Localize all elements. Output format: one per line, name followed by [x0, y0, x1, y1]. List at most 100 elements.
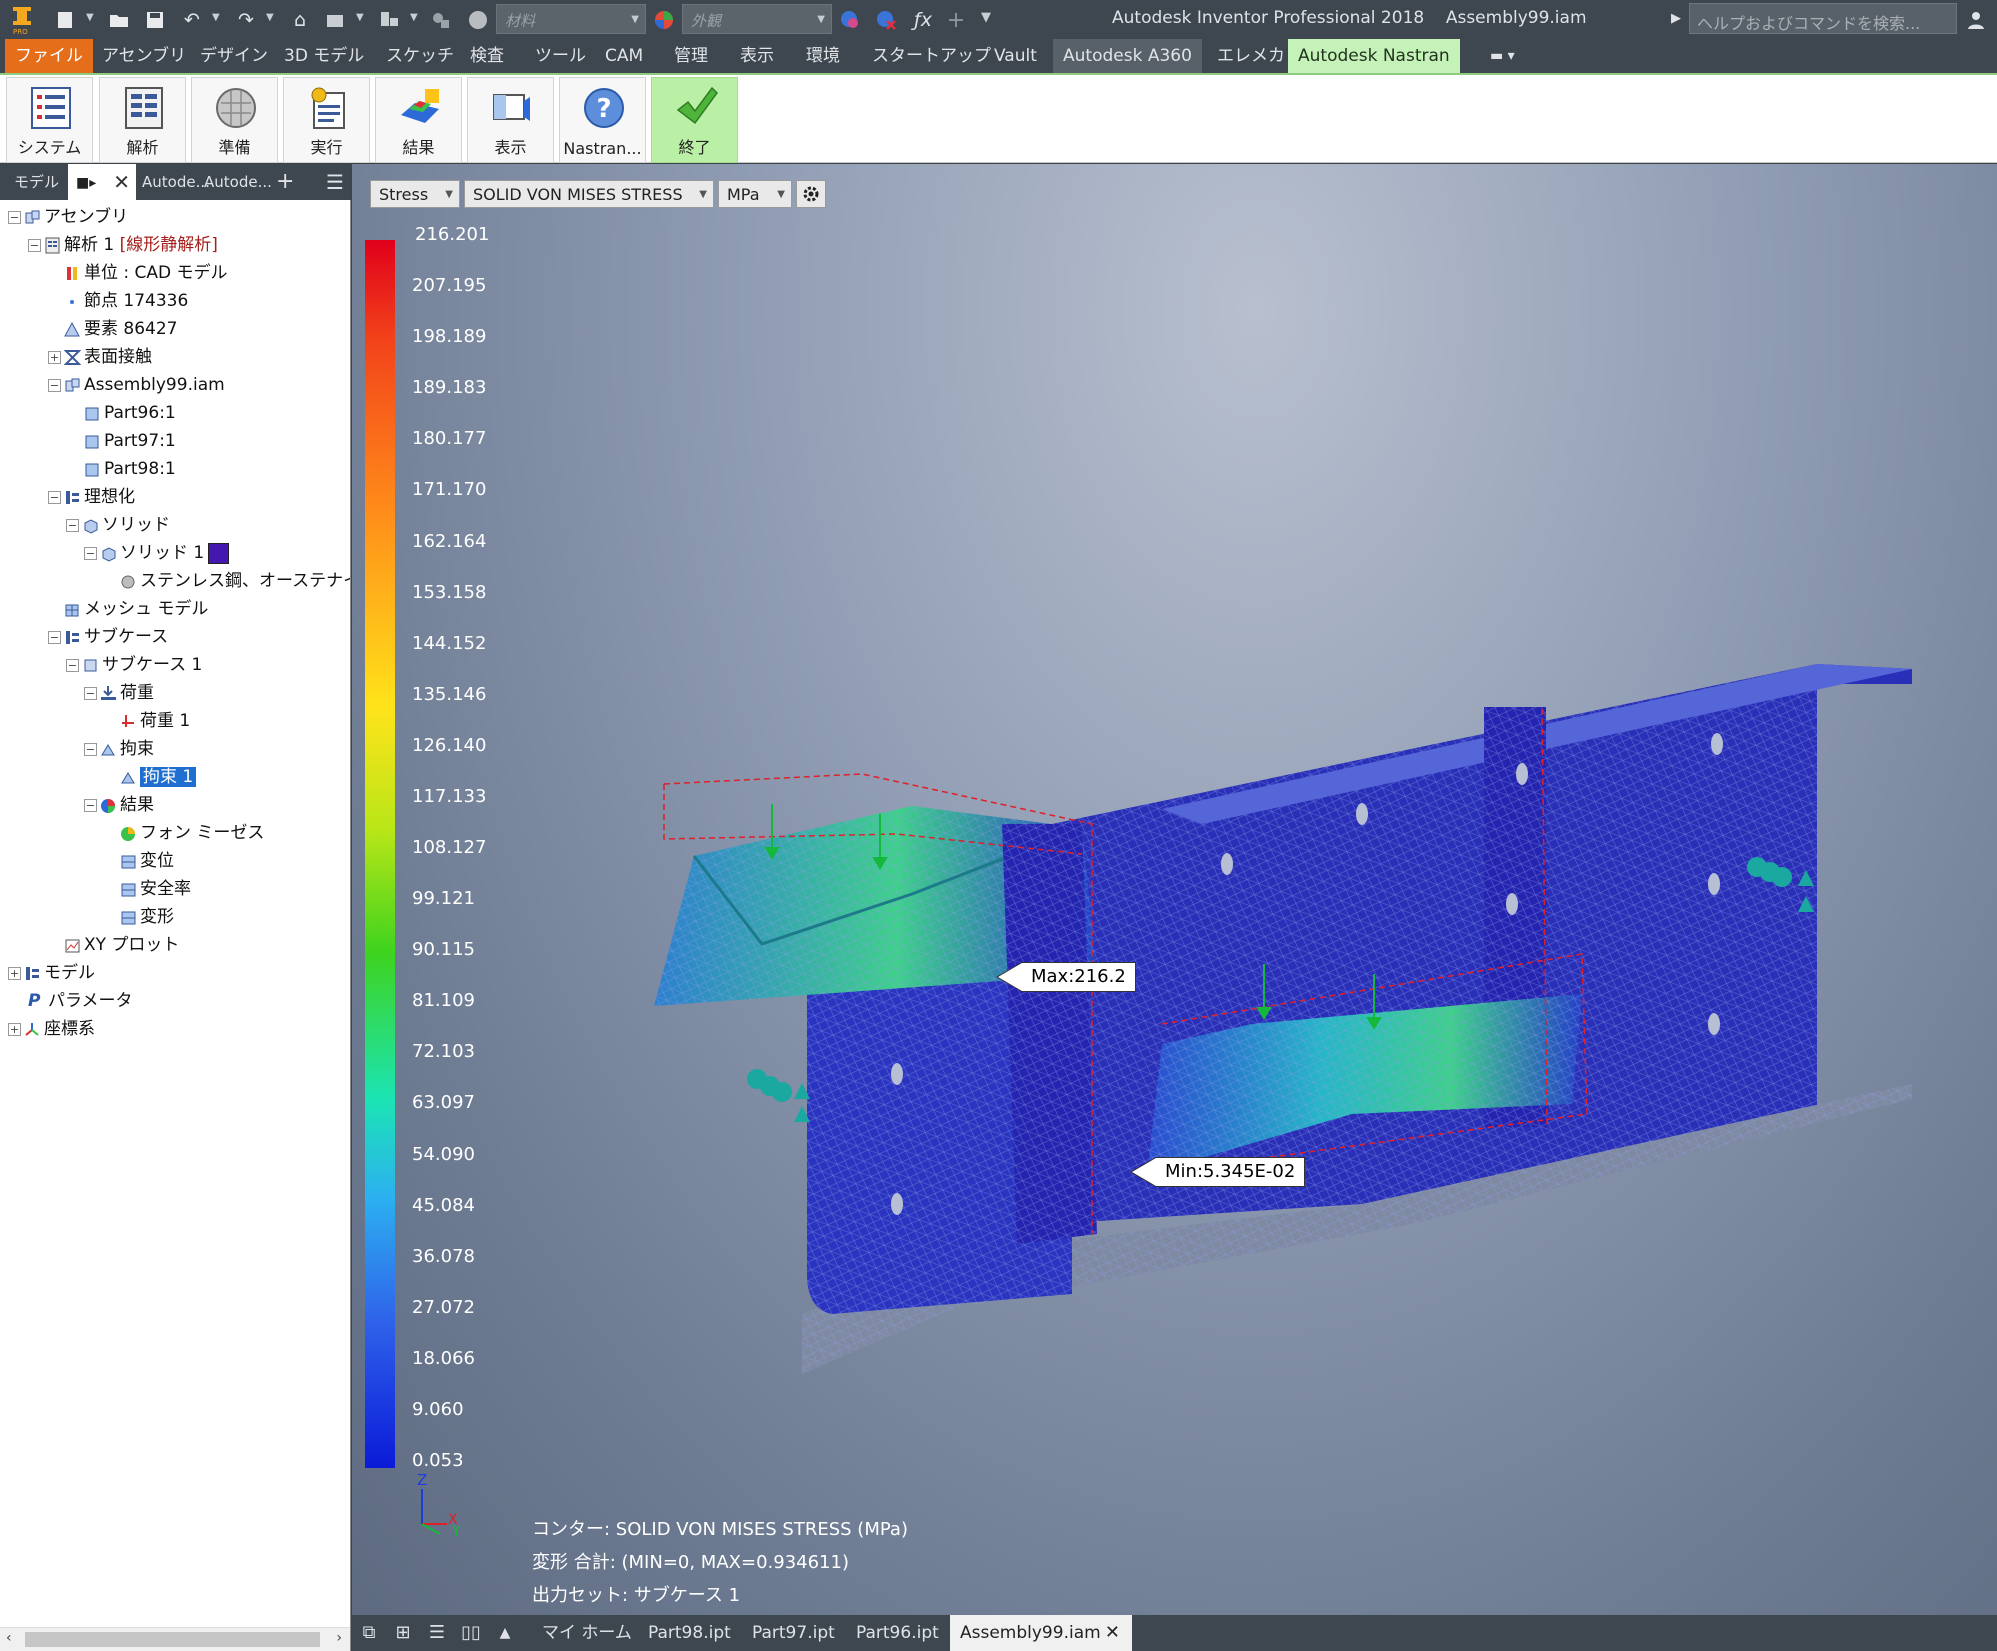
- tree-node-surface-contact[interactable]: + 表面接触: [48, 344, 152, 370]
- close-icon[interactable]: ✕: [1105, 1615, 1120, 1651]
- display-button[interactable]: 表示: [467, 77, 554, 163]
- tree-node-safety-factor[interactable]: 安全率: [120, 876, 191, 902]
- menu-sketch[interactable]: スケッチ: [376, 39, 464, 73]
- menu-manage[interactable]: 管理: [664, 39, 718, 73]
- menu-get-started[interactable]: スタートアップ: [862, 39, 1001, 73]
- system-button[interactable]: システム: [6, 77, 93, 163]
- tree-node-constraints[interactable]: − 拘束: [84, 736, 154, 762]
- tree-node-nodes[interactable]: 節点 174336: [64, 288, 188, 314]
- menu-design[interactable]: デザイン: [190, 39, 278, 73]
- fx-icon[interactable]: ƒx: [910, 7, 936, 33]
- doctab-assembly99[interactable]: Assembly99.iam ✕: [950, 1615, 1132, 1651]
- max-value-callout[interactable]: Max:216.2: [996, 962, 1136, 992]
- menu-tools[interactable]: ツール: [525, 39, 596, 73]
- adjust-appearance-icon[interactable]: [837, 7, 863, 33]
- tree-node-parameters[interactable]: P パラメータ: [28, 988, 133, 1014]
- nastran-help-button[interactable]: ? Nastran...: [559, 77, 646, 163]
- tree-node-assembly99[interactable]: − Assembly99.iam: [48, 372, 225, 398]
- material-combo[interactable]: 材料 ▼: [496, 4, 646, 34]
- undo-dropdown-icon[interactable]: ▼: [212, 12, 220, 23]
- shape-icon[interactable]: [428, 7, 454, 33]
- home-icon[interactable]: ⌂: [287, 7, 313, 33]
- menu-autodesk-nastran[interactable]: Autodesk Nastran: [1288, 39, 1460, 73]
- expand-icon[interactable]: +: [8, 1022, 21, 1036]
- tree-node-subcases[interactable]: − サブケース: [48, 624, 168, 650]
- tree-node-solid[interactable]: − ソリッド: [66, 512, 170, 538]
- color-ball-icon[interactable]: [651, 7, 677, 33]
- new-file-icon[interactable]: [52, 7, 78, 33]
- tree-node-assembly[interactable]: − アセンブリ: [8, 204, 128, 230]
- tree-node-displacement[interactable]: 変位: [120, 848, 174, 874]
- redo-dropdown-icon[interactable]: ▼: [266, 12, 274, 23]
- undo-icon[interactable]: ↶: [179, 7, 205, 33]
- select-icon[interactable]: [377, 7, 403, 33]
- tree-node-idealization[interactable]: − 理想化: [48, 484, 135, 510]
- tree-node-loads[interactable]: − 荷重: [84, 680, 154, 706]
- menu-assembly[interactable]: アセンブリ: [92, 39, 196, 73]
- graphics-viewport[interactable]: Stress ▼ SOLID VON MISES STRESS ▼ MPa ▼ 216…: [352, 164, 1997, 1615]
- browser-menu-icon[interactable]: ☰: [318, 164, 352, 200]
- expand-icon[interactable]: +: [48, 350, 61, 364]
- menu-mechatronics[interactable]: エレメカ: [1207, 39, 1295, 73]
- collapse-icon[interactable]: −: [66, 518, 79, 532]
- tree-node-constraint-1[interactable]: 拘束 1: [120, 764, 197, 790]
- redo-icon[interactable]: ↷: [233, 7, 259, 33]
- tree-node-elements[interactable]: 要素 86427: [64, 316, 177, 342]
- help-search-input[interactable]: ヘルプおよびコマンドを検索...: [1689, 3, 1957, 34]
- collapse-icon[interactable]: −: [84, 546, 97, 560]
- menu-inspect[interactable]: 検査: [460, 39, 514, 73]
- tree-node-model[interactable]: + モデル: [8, 960, 95, 986]
- expand-icon[interactable]: +: [8, 966, 21, 980]
- menu-vault[interactable]: Vault: [984, 39, 1047, 73]
- collapse-icon[interactable]: −: [84, 742, 97, 756]
- tree-node-part98[interactable]: Part98:1: [84, 456, 176, 482]
- results-button[interactable]: 結果: [375, 77, 462, 163]
- tree-node-load-1[interactable]: 荷重 1: [120, 708, 190, 734]
- min-value-callout[interactable]: Min:5.345E-02: [1129, 1157, 1306, 1187]
- scroll-left-icon[interactable]: ‹: [6, 1630, 12, 1646]
- appearance-combo[interactable]: 外観 ▼: [682, 4, 832, 34]
- collapse-icon[interactable]: −: [28, 238, 41, 252]
- menu-view[interactable]: 表示: [730, 39, 784, 73]
- tree-node-subcase-1[interactable]: − サブケース 1: [66, 652, 202, 678]
- select-dropdown-icon[interactable]: ▼: [410, 12, 418, 23]
- collapse-icon[interactable]: −: [66, 658, 79, 672]
- collapse-icon[interactable]: −: [84, 798, 97, 812]
- tab-nastran-browser[interactable]: ■▸ ✕: [68, 164, 136, 200]
- collapse-icon[interactable]: −: [48, 630, 61, 644]
- tree-node-mesh-model[interactable]: メッシュ モデル: [64, 596, 208, 622]
- collapse-icon[interactable]: −: [84, 686, 97, 700]
- add-tab-icon[interactable]: +: [268, 164, 302, 200]
- plus-icon[interactable]: +: [943, 7, 969, 33]
- tree-node-deformation[interactable]: 変形: [120, 904, 174, 930]
- prepare-button[interactable]: 準備: [191, 77, 278, 163]
- color-swatch[interactable]: [208, 542, 230, 564]
- update-icon[interactable]: [323, 7, 349, 33]
- cascade-windows-icon[interactable]: ⧉: [358, 1623, 380, 1643]
- menu-autodesk-a360[interactable]: Autodesk A360: [1053, 39, 1202, 73]
- tree-node-part97[interactable]: Part97:1: [84, 428, 176, 454]
- close-icon[interactable]: ✕: [113, 164, 130, 200]
- tile-vertical-icon[interactable]: ▯▯: [460, 1623, 482, 1643]
- menu-cam[interactable]: CAM: [595, 39, 653, 73]
- scrollbar-thumb[interactable]: [25, 1632, 320, 1647]
- menu-file[interactable]: ファイル: [5, 39, 93, 73]
- customize-dropdown-icon[interactable]: ▼: [981, 10, 991, 25]
- user-sign-in-icon[interactable]: [1963, 7, 1989, 33]
- open-file-icon[interactable]: [106, 7, 132, 33]
- doctab-part98[interactable]: Part98.ipt: [638, 1615, 741, 1651]
- tab-model[interactable]: モデル: [6, 164, 67, 200]
- run-button[interactable]: 実行: [283, 77, 370, 163]
- collapse-icon[interactable]: −: [8, 210, 21, 224]
- menu-environments[interactable]: 環境: [796, 39, 850, 73]
- update-dropdown-icon[interactable]: ▼: [356, 12, 364, 23]
- tree-node-results[interactable]: − 結果: [84, 792, 154, 818]
- inventor-logo-icon[interactable]: PRO: [8, 5, 36, 35]
- collapse-icon[interactable]: −: [48, 378, 61, 392]
- tile-windows-icon[interactable]: ⊞: [392, 1623, 414, 1643]
- tree-node-part96[interactable]: Part96:1: [84, 400, 176, 426]
- tree-node-xy-plot[interactable]: XY プロット: [64, 932, 179, 958]
- finish-button[interactable]: 終了: [651, 77, 738, 163]
- scroll-right-icon[interactable]: ›: [336, 1630, 342, 1646]
- appearance-sphere-icon[interactable]: [465, 7, 491, 33]
